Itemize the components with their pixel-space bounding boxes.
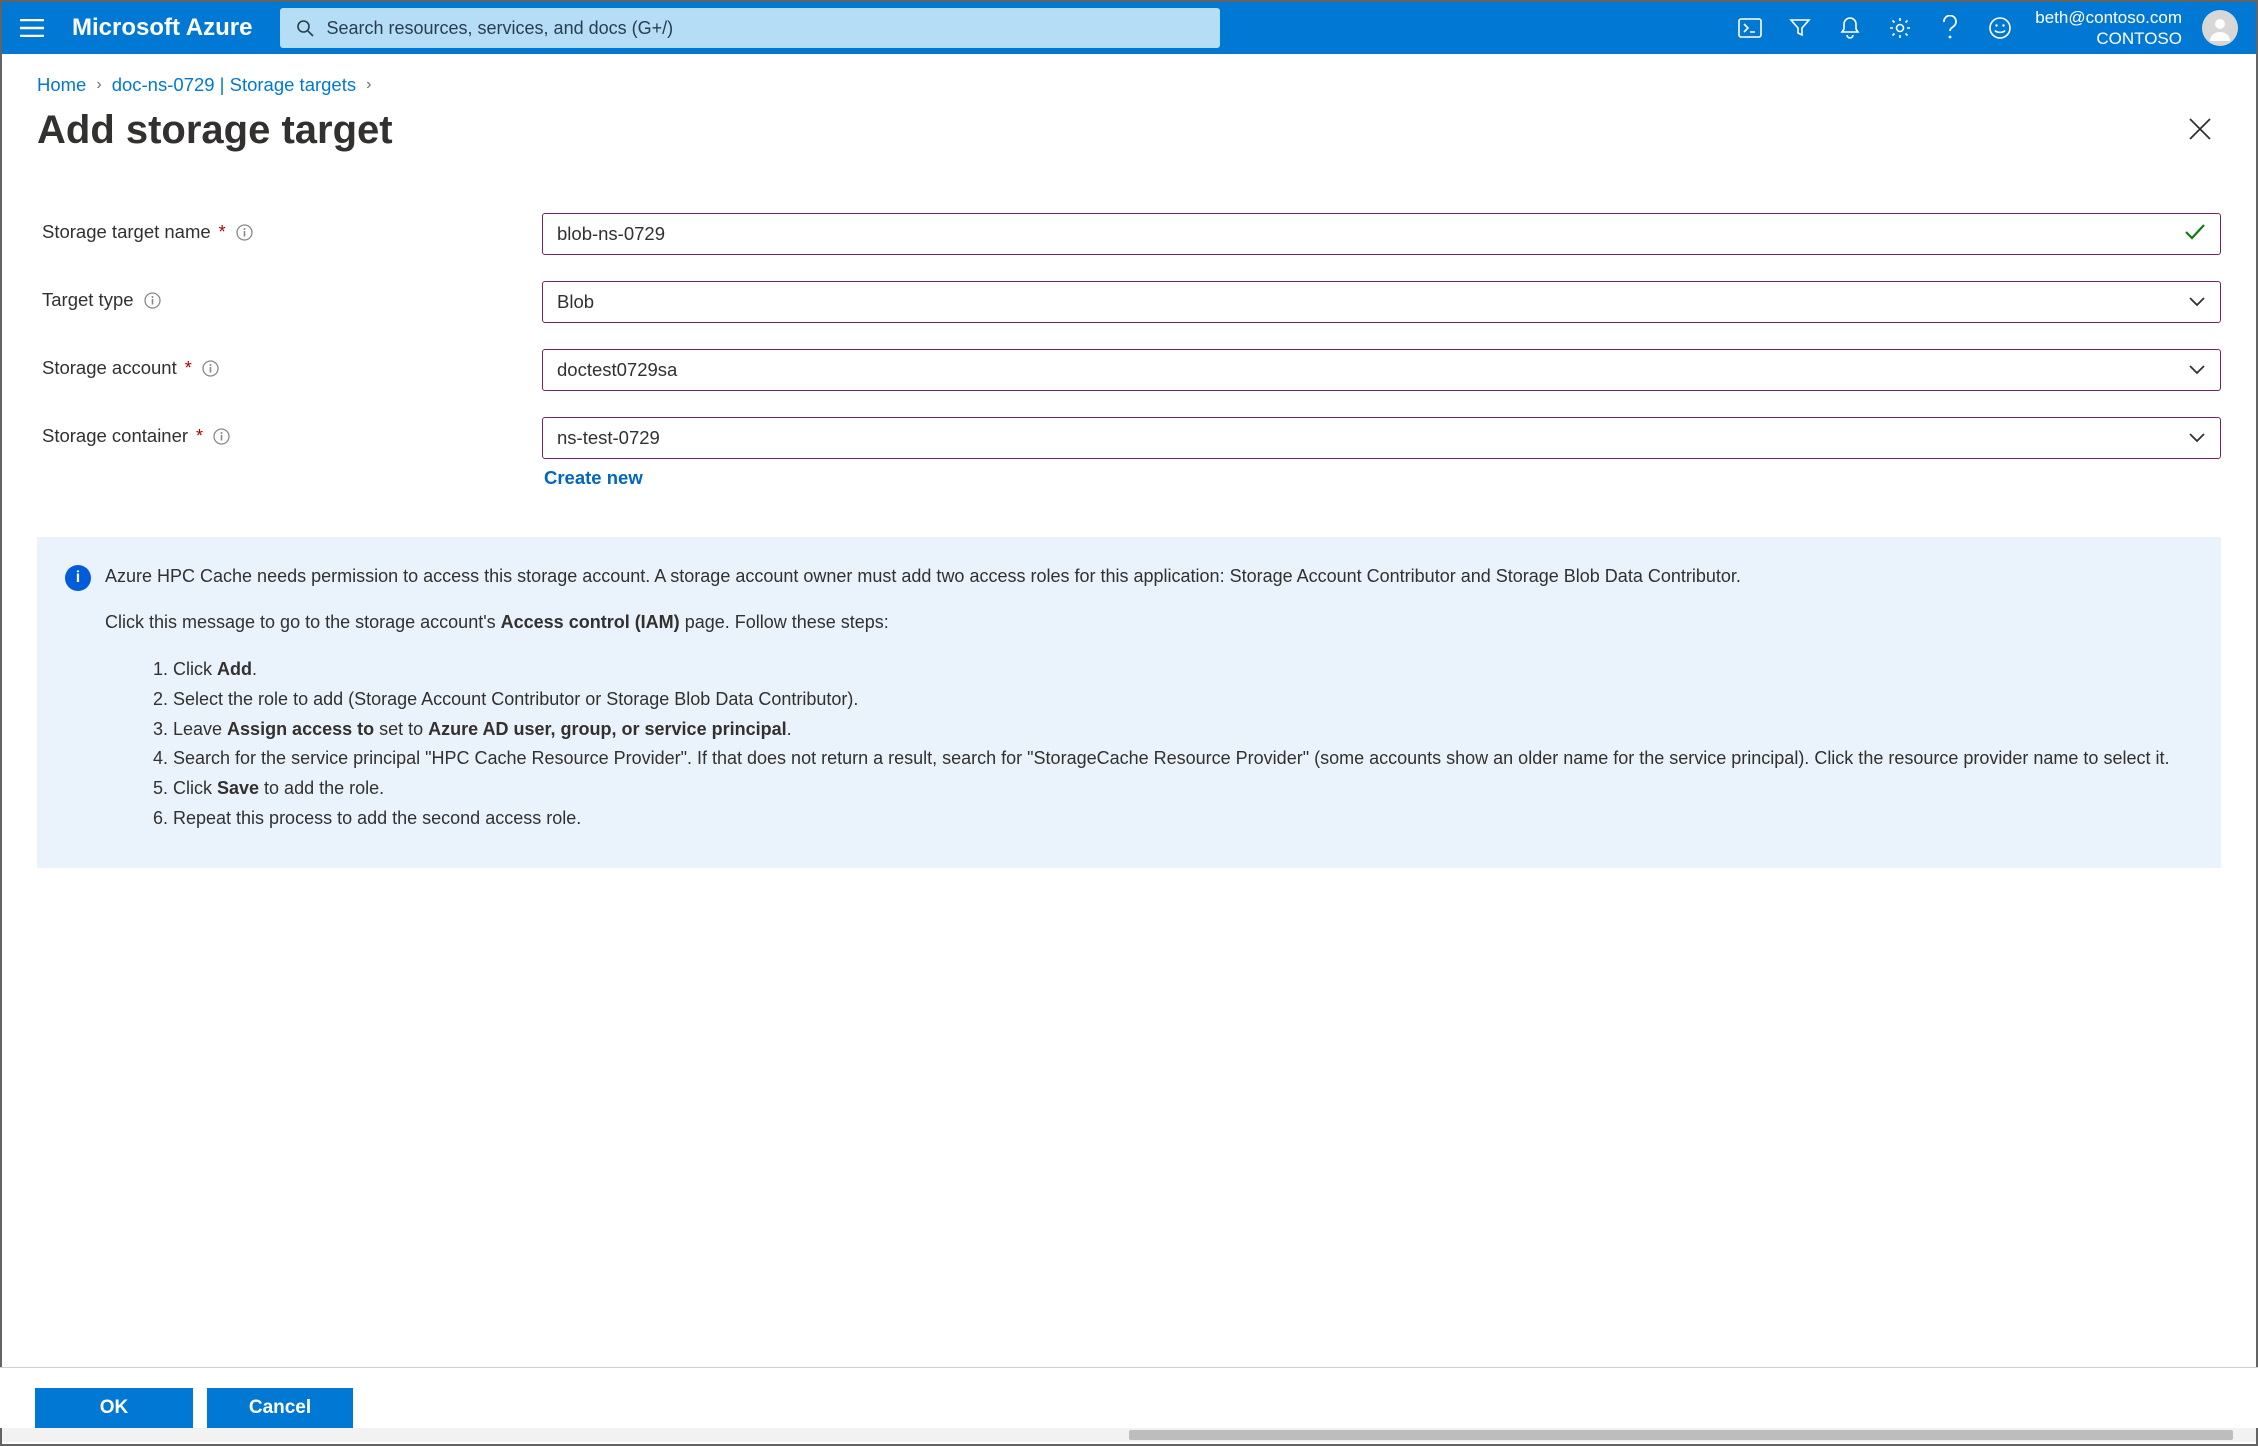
account-org: CONTOSO (2035, 28, 2182, 49)
breadcrumb: Home › doc-ns-0729 | Storage targets › (37, 54, 2221, 108)
info-icon[interactable] (144, 292, 161, 309)
chevron-right-icon: › (356, 76, 381, 94)
search-icon (296, 19, 314, 37)
avatar[interactable] (2202, 10, 2238, 46)
footer-bar: OK Cancel (0, 1367, 2258, 1428)
horizontal-scrollbar[interactable] (2, 1428, 2256, 1442)
container-field-label: Storage container * (42, 417, 542, 447)
create-new-link[interactable]: Create new (542, 459, 643, 489)
search-box[interactable] (280, 8, 1220, 48)
breadcrumb-current[interactable]: doc-ns-0729 | Storage targets (112, 74, 356, 96)
header-icon-tray (1725, 2, 2025, 54)
type-field-label: Target type (42, 281, 542, 311)
chevron-down-icon (2188, 359, 2206, 381)
top-header: Microsoft Azure beth@contoso.com CONTOSO (2, 2, 2256, 54)
info-icon[interactable] (236, 224, 253, 241)
hamburger-icon[interactable] (10, 9, 54, 47)
help-icon[interactable] (1925, 2, 1975, 54)
info-icon[interactable] (213, 428, 230, 445)
account-email: beth@contoso.com (2035, 7, 2182, 28)
info-badge-icon: i (65, 565, 91, 591)
permissions-info-callout[interactable]: i Azure HPC Cache needs permission to ac… (37, 537, 2221, 868)
required-asterisk: * (196, 426, 203, 447)
required-asterisk: * (185, 358, 192, 379)
callout-steps: Click Add. Select the role to add (Stora… (105, 655, 2193, 834)
brand-label[interactable]: Microsoft Azure (54, 14, 280, 42)
required-asterisk: * (219, 222, 226, 243)
name-input[interactable]: blob-ns-0729 (542, 213, 2221, 255)
filter-icon[interactable] (1775, 2, 1825, 54)
chevron-down-icon (2188, 291, 2206, 313)
chevron-down-icon (2188, 427, 2206, 449)
check-icon (2184, 223, 2206, 246)
account-dropdown[interactable]: doctest0729sa (542, 349, 2221, 391)
cloud-shell-icon[interactable] (1725, 2, 1775, 54)
name-field-label: Storage target name * (42, 213, 542, 243)
callout-p2: Click this message to go to the storage … (105, 609, 2193, 637)
callout-p1: Azure HPC Cache needs permission to acce… (105, 563, 2193, 591)
chevron-right-icon: › (86, 76, 111, 94)
container-dropdown[interactable]: ns-test-0729 (542, 417, 2221, 459)
cancel-button[interactable]: Cancel (207, 1388, 353, 1428)
info-icon[interactable] (202, 360, 219, 377)
page-title: Add storage target (37, 108, 2179, 153)
type-dropdown[interactable]: Blob (542, 281, 2221, 323)
close-button[interactable] (2179, 108, 2221, 153)
search-input[interactable] (326, 18, 1204, 39)
feedback-smiley-icon[interactable] (1975, 2, 2025, 54)
ok-button[interactable]: OK (35, 1388, 193, 1428)
settings-gear-icon[interactable] (1875, 2, 1925, 54)
notification-bell-icon[interactable] (1825, 2, 1875, 54)
account-field-label: Storage account * (42, 349, 542, 379)
account-info[interactable]: beth@contoso.com CONTOSO (2025, 7, 2192, 50)
breadcrumb-home[interactable]: Home (37, 74, 86, 96)
close-icon (2187, 116, 2213, 142)
scroll-thumb[interactable] (1129, 1430, 2233, 1440)
